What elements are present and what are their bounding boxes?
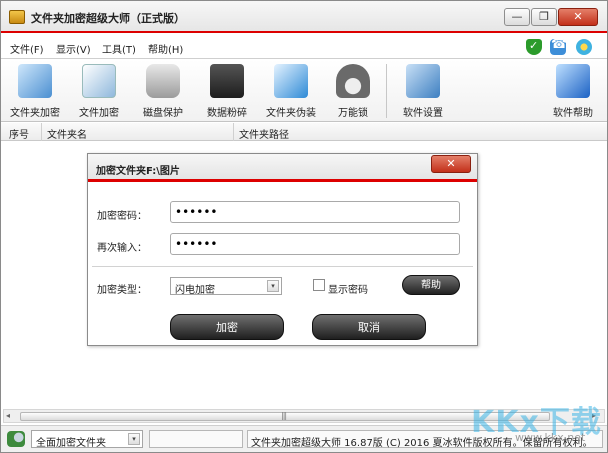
phone-icon[interactable] — [550, 37, 567, 55]
toolbar: 文件夹加密 文件加密 磁盘保护 数据粉碎 文件夹伪装 万能锁 软件设置 软件帮助 — [1, 60, 607, 122]
toolbar-file-encrypt-button[interactable]: 文件加密 — [71, 60, 127, 122]
search-folder-icon — [7, 431, 25, 447]
app-folder-icon — [9, 10, 25, 24]
encrypt-folder-dialog: 加密文件夹F:\图片 ✕ 加密密码： 再次输入： 加密类型： 闪电加密 ▾ 显示… — [87, 153, 478, 346]
menu-view[interactable]: 显示(V) — [56, 41, 91, 56]
encrypt-type-value: 闪电加密 — [175, 285, 215, 296]
encrypt-button[interactable]: 加密 — [170, 314, 284, 340]
dialog-close-button[interactable]: ✕ — [431, 155, 471, 173]
toolbar-label: 文件夹伪装 — [266, 108, 316, 119]
toolbar-settings-button[interactable]: 软件设置 — [395, 60, 451, 122]
repeat-password-label: 再次输入： — [97, 243, 147, 254]
toolbar-disk-protect-button[interactable]: 磁盘保护 — [135, 60, 191, 122]
toolbar-help-button[interactable]: 软件帮助 — [545, 60, 601, 122]
toolbar-label: 软件帮助 — [553, 108, 593, 119]
close-button[interactable]: ✕ — [558, 8, 598, 26]
column-index[interactable]: 序号 — [9, 126, 29, 141]
show-password-checkbox[interactable] — [313, 279, 325, 291]
restore-button[interactable]: ❐ — [531, 8, 557, 26]
show-password-label[interactable]: 显示密码 — [328, 281, 368, 296]
status-panel-empty — [149, 430, 243, 448]
toolbar-label: 万能锁 — [338, 108, 368, 119]
toolbar-divider — [386, 64, 387, 118]
dialog-divider — [92, 266, 473, 267]
minimize-button[interactable]: — — [504, 8, 530, 26]
grip-icon: ||| — [281, 411, 287, 420]
toolbar-folder-encrypt-button[interactable]: 文件夹加密 — [3, 60, 67, 122]
folder-lock-icon — [18, 64, 52, 98]
title-bar: 文件夹加密超级大师（正式版） — ❐ ✕ — [1, 1, 607, 33]
column-divider[interactable] — [41, 123, 42, 141]
toolbar-label: 磁盘保护 — [143, 108, 183, 119]
dialog-help-button[interactable]: 帮助 — [402, 275, 460, 295]
column-divider[interactable] — [233, 123, 234, 141]
dialog-title: 加密文件夹F:\图片 — [96, 166, 180, 177]
toolbar-label: 数据粉碎 — [207, 108, 247, 119]
help-icon — [556, 64, 590, 98]
encrypt-scope-select[interactable]: 全面加密文件夹 ▾ — [31, 430, 143, 449]
shredder-icon — [210, 64, 244, 98]
toolbar-label: 软件设置 — [403, 108, 443, 119]
toolbar-label: 文件加密 — [79, 108, 119, 119]
menu-help[interactable]: 帮助(H) — [148, 41, 183, 56]
dialog-title-bar: 加密文件夹F:\图片 ✕ — [88, 154, 477, 182]
cancel-button[interactable]: 取消 — [312, 314, 426, 340]
watermark-url: www.kkx.net — [515, 431, 586, 444]
encrypt-type-label: 加密类型： — [97, 285, 147, 296]
password-label: 加密密码： — [97, 211, 147, 222]
list-header: 序号 文件夹名 文件夹路径 — [1, 123, 607, 141]
chevron-down-icon[interactable]: ▾ — [267, 280, 279, 292]
encrypt-scope-value: 全面加密文件夹 — [36, 438, 106, 449]
password-input[interactable] — [170, 201, 460, 223]
settings-icon — [406, 64, 440, 98]
flower-icon[interactable] — [576, 39, 592, 55]
encrypt-type-select[interactable]: 闪电加密 ▾ — [170, 277, 282, 296]
menu-tools[interactable]: 工具(T) — [102, 41, 136, 56]
chevron-down-icon[interactable]: ▾ — [128, 433, 140, 445]
shield-icon[interactable] — [526, 39, 542, 55]
toolbar-universal-lock-button[interactable]: 万能锁 — [329, 60, 377, 122]
menu-file[interactable]: 文件(F) — [10, 41, 44, 56]
padlock-icon — [336, 64, 370, 98]
toolbar-label: 文件夹加密 — [10, 108, 60, 119]
repeat-password-input[interactable] — [170, 233, 460, 255]
scroll-left-icon[interactable]: ◂ — [6, 411, 10, 420]
window-title: 文件夹加密超级大师（正式版） — [31, 12, 185, 25]
toolbar-data-shred-button[interactable]: 数据粉碎 — [199, 60, 255, 122]
folder-disguise-icon — [274, 64, 308, 98]
column-folder-name[interactable]: 文件夹名 — [47, 126, 87, 141]
disk-icon — [146, 64, 180, 98]
file-lock-icon — [82, 64, 116, 98]
toolbar-folder-disguise-button[interactable]: 文件夹伪装 — [259, 60, 323, 122]
watermark: KKx下载 www.kkx.net — [471, 397, 603, 451]
column-folder-path[interactable]: 文件夹路径 — [239, 126, 289, 141]
menu-bar: 文件(F) 显示(V) 工具(T) 帮助(H) — [1, 35, 607, 59]
